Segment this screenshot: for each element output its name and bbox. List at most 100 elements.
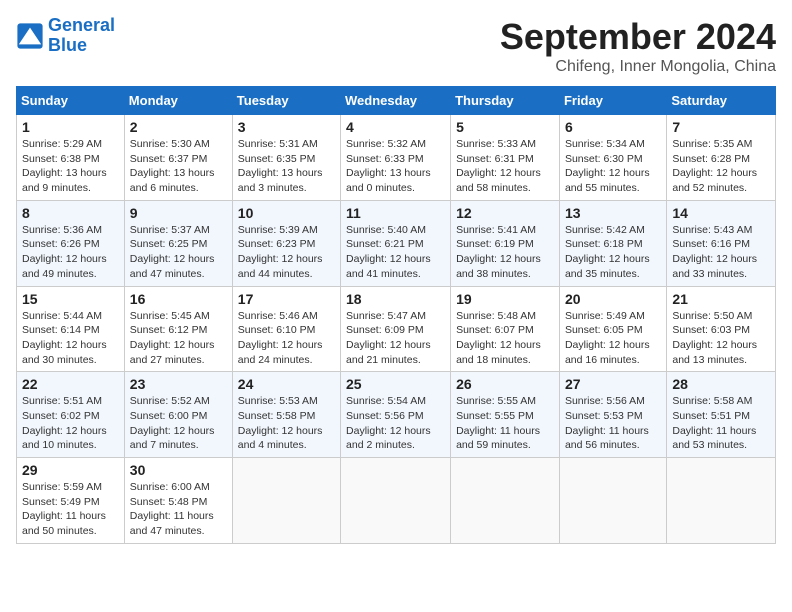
day-number: 3	[238, 119, 335, 135]
calendar-cell: 2 Sunrise: 5:30 AMSunset: 6:37 PMDaylight…	[124, 115, 232, 201]
day-number: 17	[238, 291, 335, 307]
day-number: 26	[456, 376, 554, 392]
day-info: Sunrise: 5:42 AMSunset: 6:18 PMDaylight:…	[565, 223, 661, 282]
logo-icon	[16, 22, 44, 50]
calendar-week-2: 8Sunrise: 5:36 AMSunset: 6:26 PMDaylight…	[17, 200, 776, 286]
calendar-cell: 13 Sunrise: 5:42 AMSunset: 6:18 PMDayligh…	[559, 200, 666, 286]
calendar-cell: 17 Sunrise: 5:46 AMSunset: 6:10 PMDayligh…	[232, 286, 340, 372]
calendar-cell: 7 Sunrise: 5:35 AMSunset: 6:28 PMDaylight…	[667, 115, 776, 201]
calendar-cell: 8Sunrise: 5:36 AMSunset: 6:26 PMDaylight…	[17, 200, 125, 286]
calendar-cell: 19Sunrise: 5:48 AMSunset: 6:07 PMDayligh…	[451, 286, 560, 372]
calendar-cell: 24 Sunrise: 5:53 AMSunset: 5:58 PMDayligh…	[232, 372, 340, 458]
day-number: 10	[238, 205, 335, 221]
day-number: 21	[672, 291, 770, 307]
calendar-cell: 29 Sunrise: 5:59 AMSunset: 5:49 PMDayligh…	[17, 458, 125, 544]
calendar-cell	[559, 458, 666, 544]
location-title: Chifeng, Inner Mongolia, China	[500, 58, 776, 76]
day-info: Sunrise: 5:34 AMSunset: 6:30 PMDaylight:…	[565, 137, 661, 196]
col-monday: Monday	[124, 87, 232, 115]
calendar-cell: 20 Sunrise: 5:49 AMSunset: 6:05 PMDayligh…	[559, 286, 666, 372]
day-number: 18	[346, 291, 445, 307]
month-title: September 2024	[500, 16, 776, 58]
calendar-cell: 30 Sunrise: 6:00 AMSunset: 5:48 PMDayligh…	[124, 458, 232, 544]
day-info: Sunrise: 5:30 AMSunset: 6:37 PMDaylight:…	[130, 137, 227, 196]
day-number: 23	[130, 376, 227, 392]
calendar-cell: 12 Sunrise: 5:41 AMSunset: 6:19 PMDayligh…	[451, 200, 560, 286]
calendar-cell: 3 Sunrise: 5:31 AMSunset: 6:35 PMDaylight…	[232, 115, 340, 201]
calendar-cell: 26 Sunrise: 5:55 AMSunset: 5:55 PMDayligh…	[451, 372, 560, 458]
day-info: Sunrise: 5:41 AMSunset: 6:19 PMDaylight:…	[456, 223, 554, 282]
day-info: Sunrise: 5:54 AMSunset: 5:56 PMDaylight:…	[346, 394, 445, 453]
day-number: 30	[130, 462, 227, 478]
day-info: Sunrise: 5:51 AMSunset: 6:02 PMDaylight:…	[22, 394, 119, 453]
calendar-cell: 21 Sunrise: 5:50 AMSunset: 6:03 PMDayligh…	[667, 286, 776, 372]
day-info: Sunrise: 5:45 AMSunset: 6:12 PMDaylight:…	[130, 309, 227, 368]
calendar-week-1: 1Sunrise: 5:29 AMSunset: 6:38 PMDaylight…	[17, 115, 776, 201]
header: General Blue September 2024 Chifeng, Inn…	[16, 16, 776, 76]
calendar-cell	[667, 458, 776, 544]
header-row: Sunday Monday Tuesday Wednesday Thursday…	[17, 87, 776, 115]
day-number: 5	[456, 119, 554, 135]
day-info: Sunrise: 5:46 AMSunset: 6:10 PMDaylight:…	[238, 309, 335, 368]
col-wednesday: Wednesday	[341, 87, 451, 115]
day-number: 28	[672, 376, 770, 392]
calendar-cell: 23 Sunrise: 5:52 AMSunset: 6:00 PMDayligh…	[124, 372, 232, 458]
calendar-cell: 10 Sunrise: 5:39 AMSunset: 6:23 PMDayligh…	[232, 200, 340, 286]
calendar-cell	[341, 458, 451, 544]
day-number: 4	[346, 119, 445, 135]
day-info: Sunrise: 5:52 AMSunset: 6:00 PMDaylight:…	[130, 394, 227, 453]
calendar-table: Sunday Monday Tuesday Wednesday Thursday…	[16, 86, 776, 544]
day-number: 13	[565, 205, 661, 221]
day-info: Sunrise: 5:55 AMSunset: 5:55 PMDaylight:…	[456, 394, 554, 453]
day-info: Sunrise: 5:44 AMSunset: 6:14 PMDaylight:…	[22, 309, 119, 368]
day-info: Sunrise: 5:56 AMSunset: 5:53 PMDaylight:…	[565, 394, 661, 453]
calendar-cell: 15Sunrise: 5:44 AMSunset: 6:14 PMDayligh…	[17, 286, 125, 372]
day-info: Sunrise: 5:39 AMSunset: 6:23 PMDaylight:…	[238, 223, 335, 282]
calendar-week-5: 29 Sunrise: 5:59 AMSunset: 5:49 PMDayligh…	[17, 458, 776, 544]
day-number: 27	[565, 376, 661, 392]
day-number: 12	[456, 205, 554, 221]
day-info: Sunrise: 5:49 AMSunset: 6:05 PMDaylight:…	[565, 309, 661, 368]
day-info: Sunrise: 5:35 AMSunset: 6:28 PMDaylight:…	[672, 137, 770, 196]
calendar-cell: 1Sunrise: 5:29 AMSunset: 6:38 PMDaylight…	[17, 115, 125, 201]
day-info: Sunrise: 6:00 AMSunset: 5:48 PMDaylight:…	[130, 480, 227, 539]
col-saturday: Saturday	[667, 87, 776, 115]
day-number: 6	[565, 119, 661, 135]
day-info: Sunrise: 5:33 AMSunset: 6:31 PMDaylight:…	[456, 137, 554, 196]
day-number: 1	[22, 119, 119, 135]
calendar-cell: 5 Sunrise: 5:33 AMSunset: 6:31 PMDaylight…	[451, 115, 560, 201]
day-number: 25	[346, 376, 445, 392]
calendar-cell: 27 Sunrise: 5:56 AMSunset: 5:53 PMDayligh…	[559, 372, 666, 458]
col-friday: Friday	[559, 87, 666, 115]
calendar-week-4: 22 Sunrise: 5:51 AMSunset: 6:02 PMDayligh…	[17, 372, 776, 458]
day-number: 7	[672, 119, 770, 135]
col-sunday: Sunday	[17, 87, 125, 115]
calendar-cell	[451, 458, 560, 544]
day-number: 29	[22, 462, 119, 478]
logo: General Blue	[16, 16, 115, 56]
calendar-cell: 11 Sunrise: 5:40 AMSunset: 6:21 PMDayligh…	[341, 200, 451, 286]
calendar-cell: 18 Sunrise: 5:47 AMSunset: 6:09 PMDayligh…	[341, 286, 451, 372]
day-info: Sunrise: 5:59 AMSunset: 5:49 PMDaylight:…	[22, 480, 119, 539]
calendar-cell: 28Sunrise: 5:58 AMSunset: 5:51 PMDayligh…	[667, 372, 776, 458]
day-info: Sunrise: 5:31 AMSunset: 6:35 PMDaylight:…	[238, 137, 335, 196]
calendar-cell	[232, 458, 340, 544]
day-number: 2	[130, 119, 227, 135]
calendar-cell: 9Sunrise: 5:37 AMSunset: 6:25 PMDaylight…	[124, 200, 232, 286]
logo-text: General Blue	[48, 16, 115, 56]
day-number: 9	[130, 205, 227, 221]
day-info: Sunrise: 5:47 AMSunset: 6:09 PMDaylight:…	[346, 309, 445, 368]
day-number: 20	[565, 291, 661, 307]
calendar-cell: 16 Sunrise: 5:45 AMSunset: 6:12 PMDayligh…	[124, 286, 232, 372]
day-number: 24	[238, 376, 335, 392]
day-number: 14	[672, 205, 770, 221]
day-info: Sunrise: 5:53 AMSunset: 5:58 PMDaylight:…	[238, 394, 335, 453]
day-number: 22	[22, 376, 119, 392]
day-number: 16	[130, 291, 227, 307]
calendar-cell: 14Sunrise: 5:43 AMSunset: 6:16 PMDayligh…	[667, 200, 776, 286]
day-info: Sunrise: 5:50 AMSunset: 6:03 PMDaylight:…	[672, 309, 770, 368]
calendar-cell: 6 Sunrise: 5:34 AMSunset: 6:30 PMDaylight…	[559, 115, 666, 201]
day-info: Sunrise: 5:40 AMSunset: 6:21 PMDaylight:…	[346, 223, 445, 282]
day-number: 11	[346, 205, 445, 221]
day-info: Sunrise: 5:48 AMSunset: 6:07 PMDaylight:…	[456, 309, 554, 368]
